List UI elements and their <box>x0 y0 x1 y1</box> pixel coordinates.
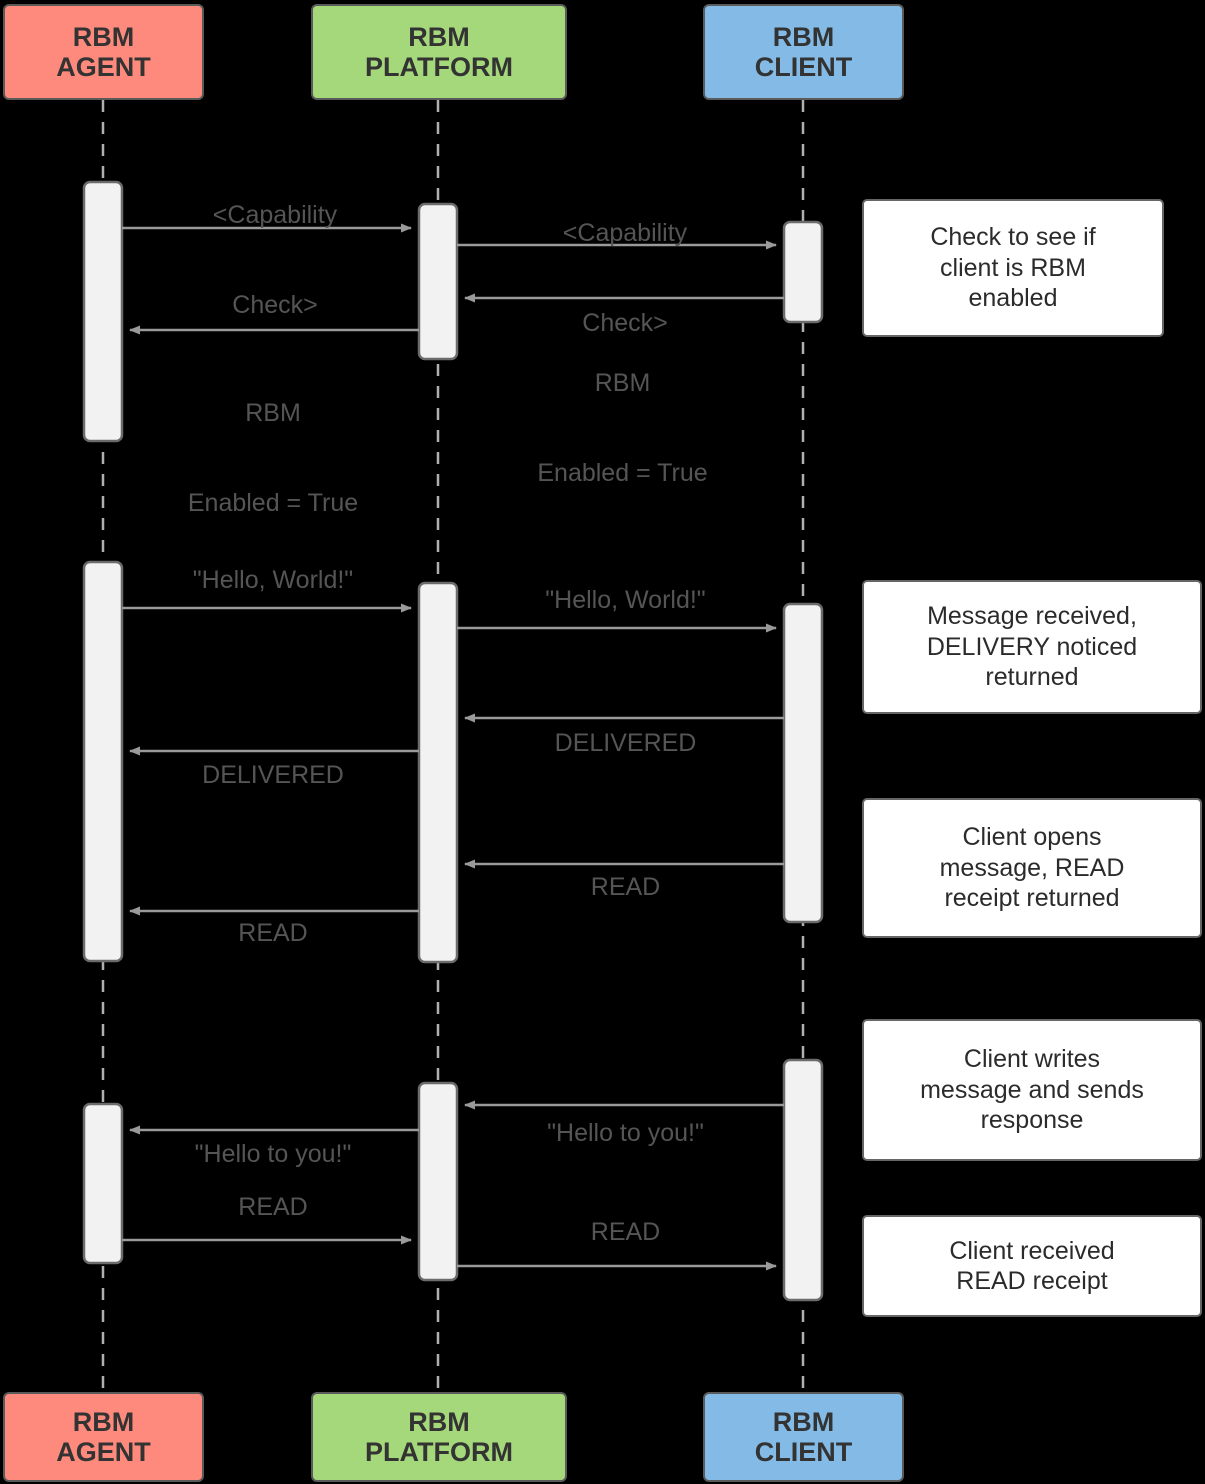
note-2-line3: returned <box>985 663 1079 692</box>
actor-header-client-line1: RBM <box>772 21 835 52</box>
message-label-m9: READ <box>590 873 661 901</box>
actor-header-platform-line1: RBM <box>408 21 470 52</box>
note-1-line3: enabled <box>968 284 1058 313</box>
note-client-received-read-receipt: Client received READ receipt <box>862 1215 1202 1317</box>
note-4-line3: response <box>980 1106 1084 1135</box>
message-label-m10: READ <box>238 919 308 947</box>
message-label-m1-line2: Check> <box>232 291 318 319</box>
message-label-m8: DELIVERED <box>202 761 344 789</box>
message-label-m7: DELIVERED <box>554 729 697 757</box>
actor-header-agent-line2: AGENT <box>56 52 151 82</box>
actor-header-agent[interactable]: RBM AGENT <box>3 4 204 100</box>
activation-agent-1 <box>82 180 124 443</box>
actor-header-platform-line2: PLATFORM <box>365 52 513 82</box>
note-2-line1: Message received, <box>927 602 1137 631</box>
actor-footer-client-line2: CLIENT <box>754 1437 853 1467</box>
message-label-m13: READ <box>238 1193 308 1221</box>
message-label-m3-line1: RBM <box>594 369 651 397</box>
message-label-m12: "Hello to you!" <box>194 1140 352 1168</box>
note-1-line2: client is RBM <box>940 253 1086 282</box>
note-4-line1: Client writes <box>963 1045 1101 1074</box>
message-label-m4-line1: RBM <box>245 399 301 427</box>
note-client-rbm-enabled: Check to see if client is RBM enabled <box>862 199 1164 337</box>
sequence-diagram-canvas: RBM AGENT RBM PLATFORM RBM CLIENT RBM AG… <box>0 0 1205 1484</box>
message-label-m6: "Hello, World!" <box>545 586 706 614</box>
actor-header-platform[interactable]: RBM PLATFORM <box>311 4 567 100</box>
actor-header-client[interactable]: RBM CLIENT <box>703 4 904 100</box>
actor-footer-agent-line1: RBM <box>72 1406 135 1437</box>
note-4-line2: message and sends <box>920 1075 1144 1104</box>
activation-client-3 <box>782 1058 824 1302</box>
actor-footer-agent[interactable]: RBM AGENT <box>3 1392 204 1482</box>
activation-client-1 <box>782 220 824 324</box>
message-label-m14: READ <box>590 1218 661 1246</box>
activation-agent-2 <box>82 560 124 963</box>
note-3-line3: receipt returned <box>944 884 1120 913</box>
actor-footer-platform[interactable]: RBM PLATFORM <box>311 1392 567 1482</box>
message-label-m5: "Hello, World!" <box>192 566 354 594</box>
note-5-line2: READ receipt <box>956 1267 1108 1295</box>
actor-footer-platform-line2: PLATFORM <box>365 1437 513 1467</box>
message-label-m1-line1: <Capability <box>212 201 338 229</box>
note-5-line1: Client received <box>949 1236 1115 1265</box>
message-label-m2-line1: <Capability <box>562 219 688 247</box>
message-label-m4: RBM Enabled = True <box>128 338 418 578</box>
note-1-line1: Check to see if <box>930 223 1096 252</box>
message-label-m11: "Hello to you!" <box>547 1119 704 1147</box>
note-3-line2: message, READ <box>939 853 1125 882</box>
activation-client-2 <box>782 602 824 924</box>
activation-platform-2 <box>417 581 459 964</box>
note-client-opens-message-read: Client opens message, READ receipt retur… <box>862 798 1202 938</box>
actor-header-agent-line1: RBM <box>72 21 135 52</box>
message-label-m3-line2: Enabled = True <box>537 459 708 487</box>
activation-agent-3 <box>82 1102 124 1265</box>
actor-footer-client-line1: RBM <box>772 1406 835 1437</box>
actor-footer-client[interactable]: RBM CLIENT <box>703 1392 904 1482</box>
note-3-line1: Client opens <box>962 823 1102 852</box>
actor-footer-platform-line1: RBM <box>408 1406 470 1437</box>
actor-header-client-line2: CLIENT <box>754 52 853 82</box>
note-2-line2: DELIVERY noticed <box>926 632 1138 661</box>
note-message-received-delivery: Message received, DELIVERY noticed retur… <box>862 580 1202 714</box>
actor-footer-agent-line2: AGENT <box>56 1437 151 1467</box>
activation-platform-1 <box>417 202 459 361</box>
activation-platform-3 <box>417 1081 459 1282</box>
message-label-m4-line2: Enabled = True <box>187 489 359 517</box>
note-client-writes-message: Client writes message and sends response <box>862 1019 1202 1161</box>
message-label-m3: RBM Enabled = True <box>475 308 770 548</box>
